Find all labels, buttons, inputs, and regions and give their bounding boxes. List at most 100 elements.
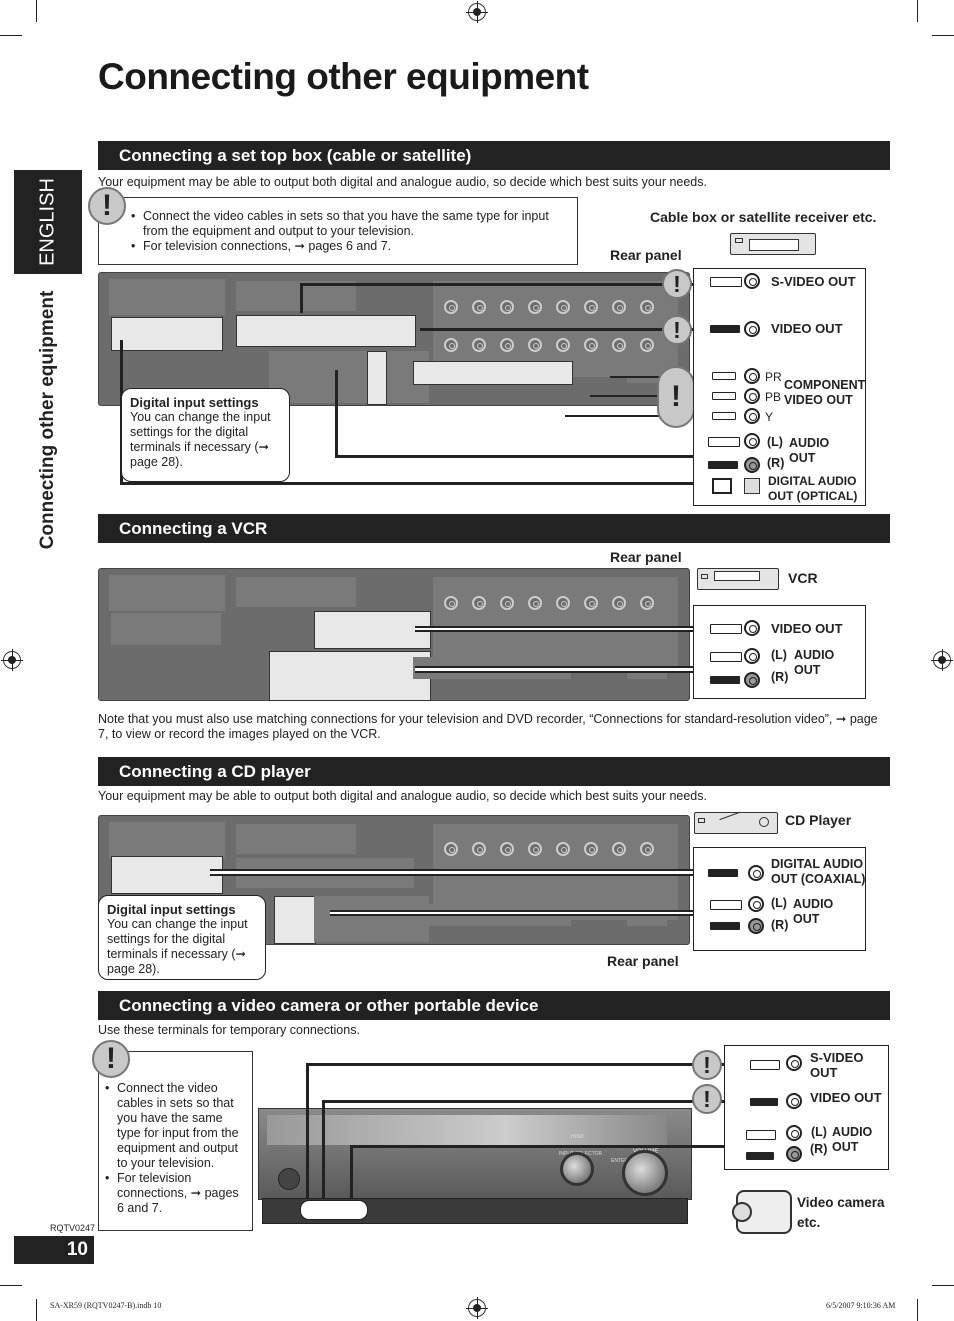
video-input-block	[314, 611, 431, 649]
document-code: RQTV0247	[50, 1223, 96, 1233]
audio-l-label: (L)	[767, 435, 783, 449]
speaker-terminal	[528, 842, 542, 856]
speaker-terminal	[444, 300, 458, 314]
speaker-terminal	[472, 842, 486, 856]
registration-mark-icon	[931, 649, 953, 671]
component-video-out-label: COMPONENT VIDEO OUT	[784, 378, 866, 407]
coaxial-cable	[210, 869, 710, 876]
caution-icon: !	[88, 187, 126, 225]
input-selector-knob[interactable]	[560, 1152, 594, 1186]
fm-am-antenna	[109, 279, 225, 315]
registration-mark-icon	[466, 1, 488, 23]
crop-mark	[932, 1285, 954, 1286]
section-description: Your equipment may be able to output bot…	[98, 789, 707, 803]
digital-input-settings-tip: Digital input settings You can change th…	[98, 895, 266, 980]
video-out-label: VIDEO OUT	[810, 1090, 882, 1105]
audio-l-jack-icon	[744, 648, 760, 664]
speaker-terminal	[640, 338, 654, 352]
speaker-terminal	[612, 842, 626, 856]
crop-mark	[917, 1299, 918, 1321]
speaker-terminal	[500, 300, 514, 314]
caution-note: Connect the video cables in sets so that…	[98, 1051, 253, 1231]
audio-l-jack-icon	[786, 1125, 802, 1141]
video-plug	[710, 624, 742, 634]
volume-knob[interactable]	[622, 1150, 668, 1196]
audio-r-plug	[710, 676, 740, 684]
hdmi-block	[236, 824, 356, 854]
side-section-title: Connecting other equipment	[37, 290, 58, 550]
cd-player-icon	[694, 811, 778, 834]
crop-mark	[0, 35, 22, 36]
speaker-terminal	[500, 842, 514, 856]
rear-panel-diagram	[98, 272, 690, 406]
audio-l-label: (L)	[771, 648, 787, 662]
speaker-terminal	[640, 842, 654, 856]
component-plug	[712, 372, 736, 380]
fm-am-antenna	[109, 575, 225, 611]
speaker-terminal	[556, 338, 570, 352]
speaker-terminal	[640, 596, 654, 610]
display-window	[267, 1115, 667, 1145]
audio-l-jack-icon	[744, 433, 760, 449]
caution-icon: !	[692, 1050, 722, 1080]
crop-mark	[0, 1285, 22, 1286]
power-button[interactable]	[278, 1168, 300, 1190]
video-camera-icon	[732, 1190, 792, 1234]
audio-out-label: AUDIO OUT	[832, 1125, 873, 1154]
footer-file-info: SA-XR59 (RQTV0247-B).indb 10	[50, 1301, 162, 1310]
section-heading-settop: Connecting a set top box (cable or satel…	[98, 141, 890, 170]
rear-panel-label: Rear panel	[607, 953, 679, 969]
note-item: Connect the video cables in sets so that…	[129, 209, 567, 239]
section-description: Your equipment may be able to output bot…	[98, 175, 707, 189]
audio-r-plug	[708, 461, 738, 469]
svideo-plug	[710, 277, 742, 287]
caution-icon: !	[662, 315, 692, 345]
speaker-terminal	[472, 596, 486, 610]
component-video-block	[413, 361, 573, 385]
digital-in-block	[111, 856, 223, 894]
tip-title: Digital input settings	[130, 395, 259, 410]
video-out-label: VIDEO OUT	[771, 621, 843, 636]
audio-input-block	[274, 896, 316, 944]
video-jack-icon	[744, 321, 760, 337]
rear-panel-diagram	[98, 568, 690, 701]
set-top-box-icon	[730, 233, 816, 255]
caution-icon: !	[662, 269, 692, 299]
language-tab: ENGLISH	[14, 170, 82, 274]
speaker-terminal	[444, 338, 458, 352]
digital-in-block	[111, 613, 221, 645]
speaker-terminal	[584, 300, 598, 314]
audio-out-label: AUDIO OUT	[794, 648, 835, 677]
audio-l-label: (L)	[811, 1125, 827, 1139]
audio-l-label: (L)	[771, 896, 787, 910]
caution-icon: !	[692, 1084, 722, 1114]
rear-panel-label: Rear panel	[610, 549, 682, 565]
caution-note: Connect the video cables in sets so that…	[98, 197, 578, 265]
audio-r-jack-icon	[748, 918, 764, 934]
audio-r-jack-icon	[744, 672, 760, 688]
speaker-terminal	[556, 842, 570, 856]
audio-r-label: (R)	[771, 918, 789, 932]
note-item: For television connections, ➞ pages 6 an…	[129, 239, 567, 254]
audio-input-block	[269, 651, 431, 701]
speaker-terminal	[500, 596, 514, 610]
audio-r-label: (R)	[771, 670, 789, 684]
svideo-out-label: S-VIDEO OUT	[810, 1050, 864, 1080]
crop-mark	[917, 0, 918, 22]
speaker-terminal	[472, 300, 486, 314]
speaker-terminal	[612, 338, 626, 352]
video-plug	[710, 325, 740, 333]
svideo-cable	[306, 1063, 726, 1066]
pb-label: PB	[765, 390, 782, 404]
audio-cable	[350, 1145, 353, 1198]
section-description: Use these terminals for temporary connec…	[98, 1023, 360, 1037]
speaker-terminal	[640, 300, 654, 314]
audio-r-plug	[746, 1152, 774, 1160]
language-label: ENGLISH	[36, 178, 59, 266]
crop-mark	[36, 1299, 37, 1321]
caution-icon: !	[657, 366, 695, 428]
vcr-icon	[697, 568, 779, 590]
digital-audio-out-label: DIGITAL AUDIO OUT (COAXIAL)	[771, 857, 866, 886]
audio-l-plug	[708, 437, 740, 447]
speaker-terminal	[528, 596, 542, 610]
